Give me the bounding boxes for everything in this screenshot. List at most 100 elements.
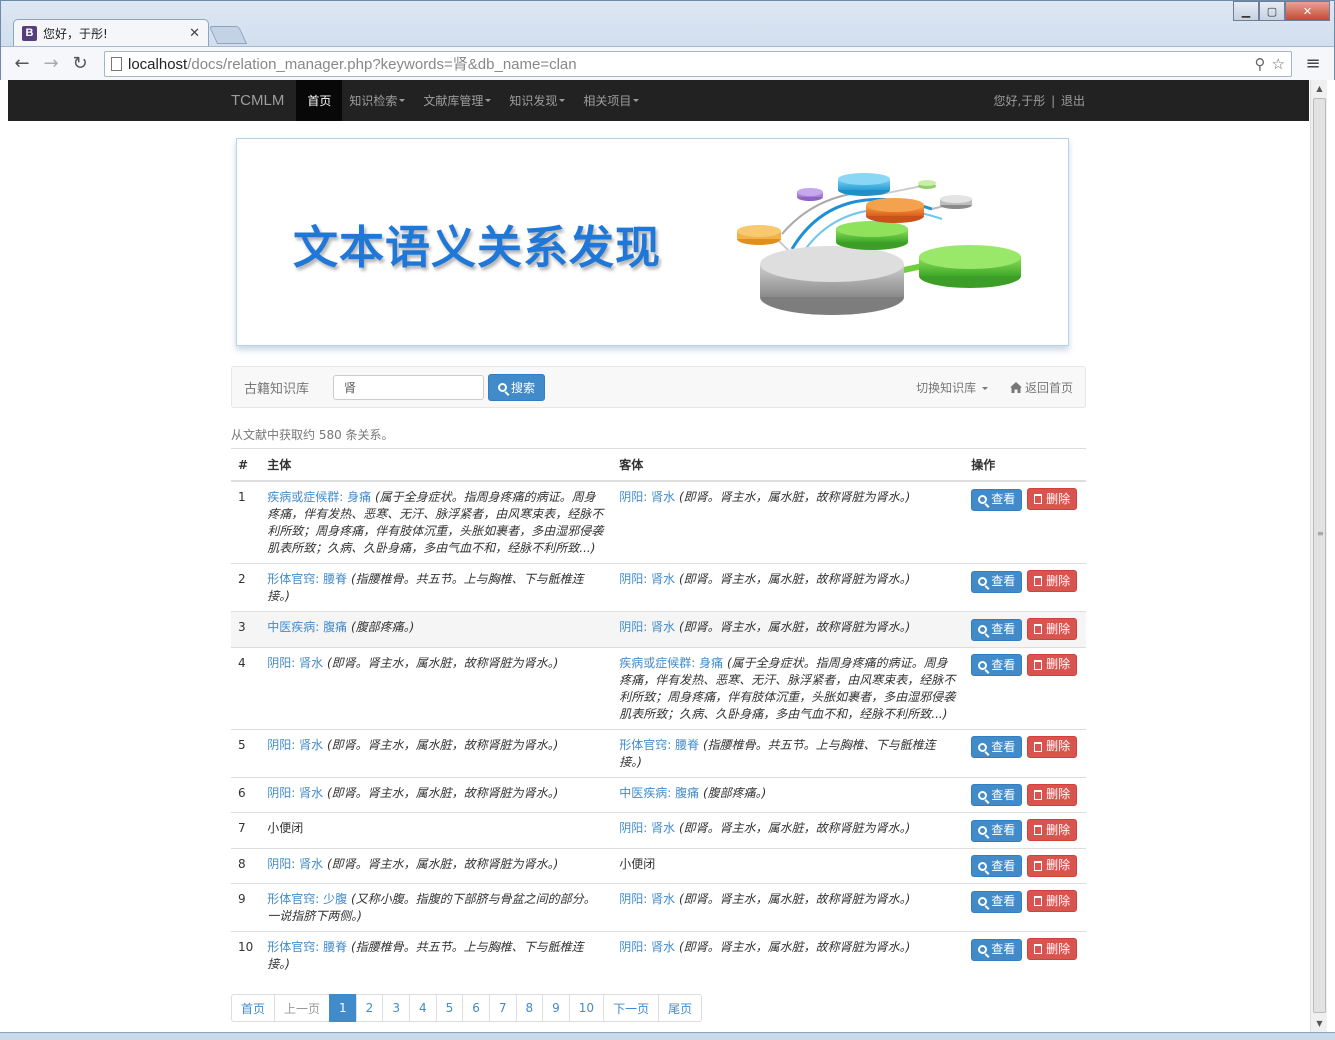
nav-knowledge-search[interactable]: 知识检索 (342, 80, 416, 121)
window-close-icon[interactable]: ✕ (1285, 1, 1330, 21)
maximize-icon[interactable]: ▢ (1259, 1, 1285, 21)
row-index: 7 (231, 812, 261, 848)
page-number[interactable]: 8 (515, 994, 544, 1022)
page-next[interactable]: 下一页 (603, 994, 660, 1022)
page-number[interactable]: 3 (382, 994, 410, 1022)
url-text[interactable]: localhost/docs/relation_manager.php?keyw… (128, 53, 1249, 74)
view-button[interactable]: 查看 (971, 890, 1023, 913)
entity-link[interactable]: 阴阳: 肾水 (267, 786, 323, 800)
delete-button[interactable]: 删除 (1027, 938, 1078, 960)
page-number[interactable]: 10 (568, 994, 605, 1022)
entity-link[interactable]: 阴阳: 肾水 (619, 572, 675, 586)
page-number[interactable]: 6 (462, 994, 490, 1022)
scroll-thumb[interactable]: ≡ (1313, 98, 1326, 1013)
page-number[interactable]: 4 (408, 994, 437, 1022)
ops-cell: 查看 删除 (964, 776, 1086, 813)
view-button[interactable]: 查看 (971, 654, 1023, 676)
delete-button[interactable]: 删除 (1027, 570, 1078, 592)
subject-cell: 中医疾病: 腹痛 (腹部疼痛。) (260, 611, 613, 647)
banner-title: 文本语义关系发现 (293, 221, 662, 274)
user-greeting[interactable]: 您好,于彤 (993, 94, 1045, 108)
view-button[interactable]: 查看 (971, 618, 1023, 641)
entity-description: (腹部疼痛。) (702, 785, 767, 800)
nav-literature-mgmt[interactable]: 文献库管理 (416, 80, 502, 121)
tab-close-icon[interactable]: ✕ (189, 26, 200, 41)
view-button[interactable]: 查看 (971, 938, 1023, 961)
page-prev[interactable]: 上一页 (274, 994, 331, 1022)
delete-button[interactable]: 删除 (1027, 890, 1078, 912)
switch-kb-dropdown[interactable]: 切换知识库 (916, 379, 988, 396)
browser-menu-icon[interactable]: ≡ (1300, 53, 1326, 74)
forward-arrow-icon[interactable]: → (38, 51, 64, 77)
delete-button[interactable]: 删除 (1027, 618, 1078, 640)
delete-button[interactable]: 删除 (1027, 488, 1078, 510)
delete-button[interactable]: 删除 (1027, 735, 1078, 758)
address-bar[interactable]: localhost/docs/relation_manager.php?keyw… (104, 50, 1292, 77)
entity-link[interactable]: 阴阳: 肾水 (267, 656, 323, 670)
view-button[interactable]: 查看 (971, 855, 1023, 877)
view-button[interactable]: 查看 (971, 570, 1023, 593)
entity-link[interactable]: 阴阳: 肾水 (619, 821, 675, 835)
page-viewport: TCMLM 首页 知识检索 文献库管理 知识发现 相关项目 您好,于彤 | 退出… (8, 80, 1327, 1032)
delete-button[interactable]: 删除 (1027, 783, 1078, 806)
entity-link[interactable]: 形体官窍: 腰脊 (267, 572, 347, 586)
delete-button[interactable]: 删除 (1027, 819, 1078, 841)
entity-link[interactable]: 阴阳: 肾水 (619, 940, 675, 954)
search-icon[interactable]: ⚲ (1255, 55, 1266, 73)
brand-link[interactable]: TCMLM (231, 92, 284, 109)
entity-description: (腹部疼痛。) (350, 620, 415, 634)
ops-cell: 查看 删除 (964, 646, 1086, 729)
entity-link[interactable]: 形体官窍: 少腹 (267, 892, 347, 906)
entity-link[interactable]: 形体官窍: 腰脊 (267, 940, 347, 954)
trash-icon (1034, 624, 1043, 634)
entity-link[interactable]: 形体官窍: 腰脊 (619, 738, 699, 752)
nav-separator: | (1051, 94, 1056, 108)
reload-icon[interactable]: ↻ (67, 51, 93, 77)
row-index: 6 (231, 776, 261, 813)
knowledge-base-label[interactable]: 古籍知识库 (244, 378, 309, 397)
nav-home[interactable]: 首页 (296, 80, 343, 121)
entity-link[interactable]: 阴阳: 肾水 (619, 892, 675, 906)
entity-link[interactable]: 阴阳: 肾水 (267, 738, 323, 752)
entity-link[interactable]: 疾病或症候群: 身痛 (267, 490, 371, 504)
view-button[interactable]: 查看 (971, 784, 1023, 806)
page-number[interactable]: 1 (329, 994, 357, 1022)
page-number[interactable]: 9 (542, 994, 570, 1022)
view-button[interactable]: 查看 (971, 819, 1023, 842)
scroll-down-icon[interactable]: ▼ (1311, 1015, 1328, 1032)
entity-link[interactable]: 中医疾病: 腹痛 (619, 786, 699, 800)
new-tab-button[interactable] (208, 26, 248, 44)
delete-button[interactable]: 删除 (1027, 653, 1078, 676)
page-last[interactable]: 尾页 (658, 994, 703, 1022)
return-home-link[interactable]: 返回首页 (1009, 379, 1073, 396)
page-first[interactable]: 首页 (231, 994, 276, 1022)
nav-related-projects[interactable]: 相关项目 (576, 80, 650, 121)
vertical-scrollbar[interactable]: ▲ ≡ ▼ (1310, 80, 1327, 1032)
back-arrow-icon[interactable]: ← (9, 51, 35, 77)
entity-link[interactable]: 阴阳: 肾水 (619, 620, 675, 634)
entity-link[interactable]: 阴阳: 肾水 (267, 857, 323, 871)
entity-description: (即肾。肾主水，属水脏，故称肾脏为肾水。) (326, 737, 559, 752)
entity-link[interactable]: 中医疾病: 腹痛 (267, 620, 347, 634)
logout-link[interactable]: 退出 (1061, 94, 1085, 108)
delete-button[interactable]: 删除 (1027, 854, 1078, 877)
entity-link[interactable]: 疾病或症候群: 身痛 (619, 656, 723, 670)
page-number[interactable]: 2 (355, 994, 384, 1022)
minimize-icon[interactable]: ▁ (1233, 1, 1259, 21)
scroll-up-icon[interactable]: ▲ (1311, 80, 1328, 97)
entity-link[interactable]: 阴阳: 肾水 (619, 490, 675, 504)
entity-description: (即肾。肾主水，属水脏，故称肾脏为肾水。) (678, 490, 911, 504)
page-number[interactable]: 5 (435, 994, 464, 1022)
bookmark-star-icon[interactable]: ☆ (1272, 55, 1285, 73)
tab-title: 您好，于彤! (43, 26, 108, 41)
view-button[interactable]: 查看 (971, 736, 1023, 758)
caret-down-icon (399, 99, 406, 102)
search-input[interactable]: 肾 (333, 374, 485, 400)
nav-knowledge-discovery[interactable]: 知识发现 (502, 80, 576, 121)
browser-tab[interactable]: B 您好，于彤! ✕ (13, 19, 209, 46)
search-button[interactable]: 搜索 (488, 373, 546, 401)
trash-icon (1034, 659, 1043, 670)
search-icon (978, 660, 988, 670)
view-button[interactable]: 查看 (971, 488, 1023, 511)
page-number[interactable]: 7 (488, 994, 517, 1022)
